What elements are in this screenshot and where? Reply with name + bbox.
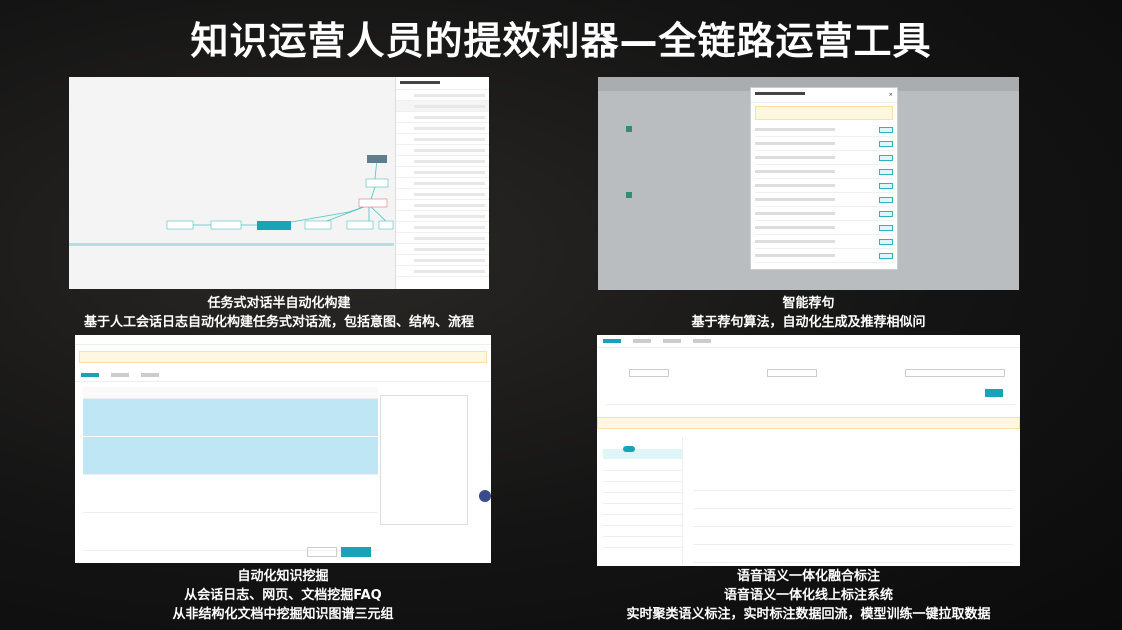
list-item[interactable] bbox=[603, 537, 682, 548]
table-row[interactable] bbox=[83, 475, 378, 513]
table-header bbox=[83, 387, 378, 399]
list-item[interactable] bbox=[603, 471, 682, 482]
list-item[interactable] bbox=[603, 504, 682, 515]
annotation-rows bbox=[693, 473, 1013, 563]
list-item[interactable] bbox=[603, 482, 682, 493]
flow-graph bbox=[69, 155, 394, 246]
list-item[interactable] bbox=[603, 493, 682, 504]
reject-button[interactable] bbox=[307, 547, 337, 557]
search-button[interactable] bbox=[985, 389, 1003, 397]
add-button[interactable] bbox=[879, 140, 893, 147]
knowledge-mining-screenshot bbox=[75, 335, 491, 563]
category-tree bbox=[380, 395, 468, 525]
caption-4: 语音语义一体化融合标注 语音语义一体化线上标注系统 实时聚类语义标注，实时标注数… bbox=[626, 569, 991, 622]
list-item bbox=[755, 249, 893, 263]
add-button[interactable] bbox=[879, 168, 893, 175]
list-item bbox=[755, 179, 893, 193]
info-banner bbox=[79, 351, 487, 363]
add-button[interactable] bbox=[879, 126, 893, 133]
tab-all[interactable] bbox=[81, 373, 99, 377]
confirm-button[interactable] bbox=[341, 547, 371, 557]
help-icon[interactable] bbox=[479, 490, 491, 502]
add-button[interactable] bbox=[879, 252, 893, 259]
list-item bbox=[755, 235, 893, 249]
add-button[interactable] bbox=[879, 182, 893, 189]
add-button[interactable] bbox=[879, 224, 893, 231]
table-row bbox=[693, 491, 1013, 509]
caption-3: 自动化知识挖掘 从会话日志、网页、文档挖掘FAQ 从非结构化文档中挖掘知识图谱三… bbox=[172, 569, 394, 622]
tab-annotated[interactable] bbox=[633, 339, 651, 343]
page-title: 知识运营人员的提效利器—全链路运营工具 bbox=[190, 19, 932, 63]
list-item[interactable] bbox=[603, 449, 682, 460]
info-banner bbox=[597, 417, 1020, 429]
caption-2: 智能荐句 基于荐句算法，自动化生成及推荐相似问 bbox=[691, 296, 926, 330]
info-banner bbox=[755, 106, 893, 120]
list-item bbox=[755, 165, 893, 179]
tab-bar bbox=[597, 335, 1020, 348]
cluster-list bbox=[603, 437, 683, 565]
faq-table bbox=[83, 387, 378, 551]
list-item[interactable] bbox=[603, 460, 682, 471]
node-edit-sidebar bbox=[395, 77, 489, 289]
keyword-input[interactable] bbox=[629, 369, 669, 377]
list-item bbox=[755, 221, 893, 235]
tab-processed[interactable] bbox=[141, 373, 159, 377]
tab-unprocessed[interactable] bbox=[111, 373, 129, 377]
close-icon[interactable]: × bbox=[889, 92, 893, 98]
table-row[interactable] bbox=[83, 513, 378, 551]
table-row bbox=[693, 545, 1013, 563]
add-button[interactable] bbox=[879, 210, 893, 217]
add-button[interactable] bbox=[879, 154, 893, 161]
table-row bbox=[693, 473, 1013, 491]
sidebar-header bbox=[396, 77, 489, 90]
list-item bbox=[755, 137, 893, 151]
list-item bbox=[755, 151, 893, 165]
recommend-dialog: × bbox=[750, 87, 898, 270]
filter-bar bbox=[605, 365, 1015, 405]
toggle-switch[interactable] bbox=[623, 446, 635, 452]
table-row[interactable] bbox=[83, 399, 378, 437]
tab-other[interactable] bbox=[693, 339, 711, 343]
date-range-input[interactable] bbox=[905, 369, 1005, 377]
caption-1: 任务式对话半自动化构建 基于人工会话日志自动化构建任务式对话流，包括意图、结构、… bbox=[83, 296, 474, 330]
list-item[interactable] bbox=[603, 526, 682, 537]
list-item[interactable] bbox=[603, 515, 682, 526]
flow-node-root bbox=[367, 155, 387, 163]
list-item bbox=[755, 193, 893, 207]
tab-pending[interactable] bbox=[603, 339, 621, 343]
tab-ignored[interactable] bbox=[663, 339, 681, 343]
annotation-system-screenshot bbox=[597, 335, 1020, 566]
table-row bbox=[693, 527, 1013, 545]
sentence-recommend-screenshot: × bbox=[598, 77, 1019, 290]
table-row[interactable] bbox=[83, 437, 378, 475]
table-row bbox=[693, 509, 1013, 527]
list-item bbox=[755, 207, 893, 221]
add-button[interactable] bbox=[879, 196, 893, 203]
list-item bbox=[755, 123, 893, 137]
dialog-flow-screenshot bbox=[69, 77, 489, 289]
robot-select[interactable] bbox=[767, 369, 817, 377]
add-button[interactable] bbox=[879, 238, 893, 245]
tab-bar bbox=[75, 369, 491, 382]
